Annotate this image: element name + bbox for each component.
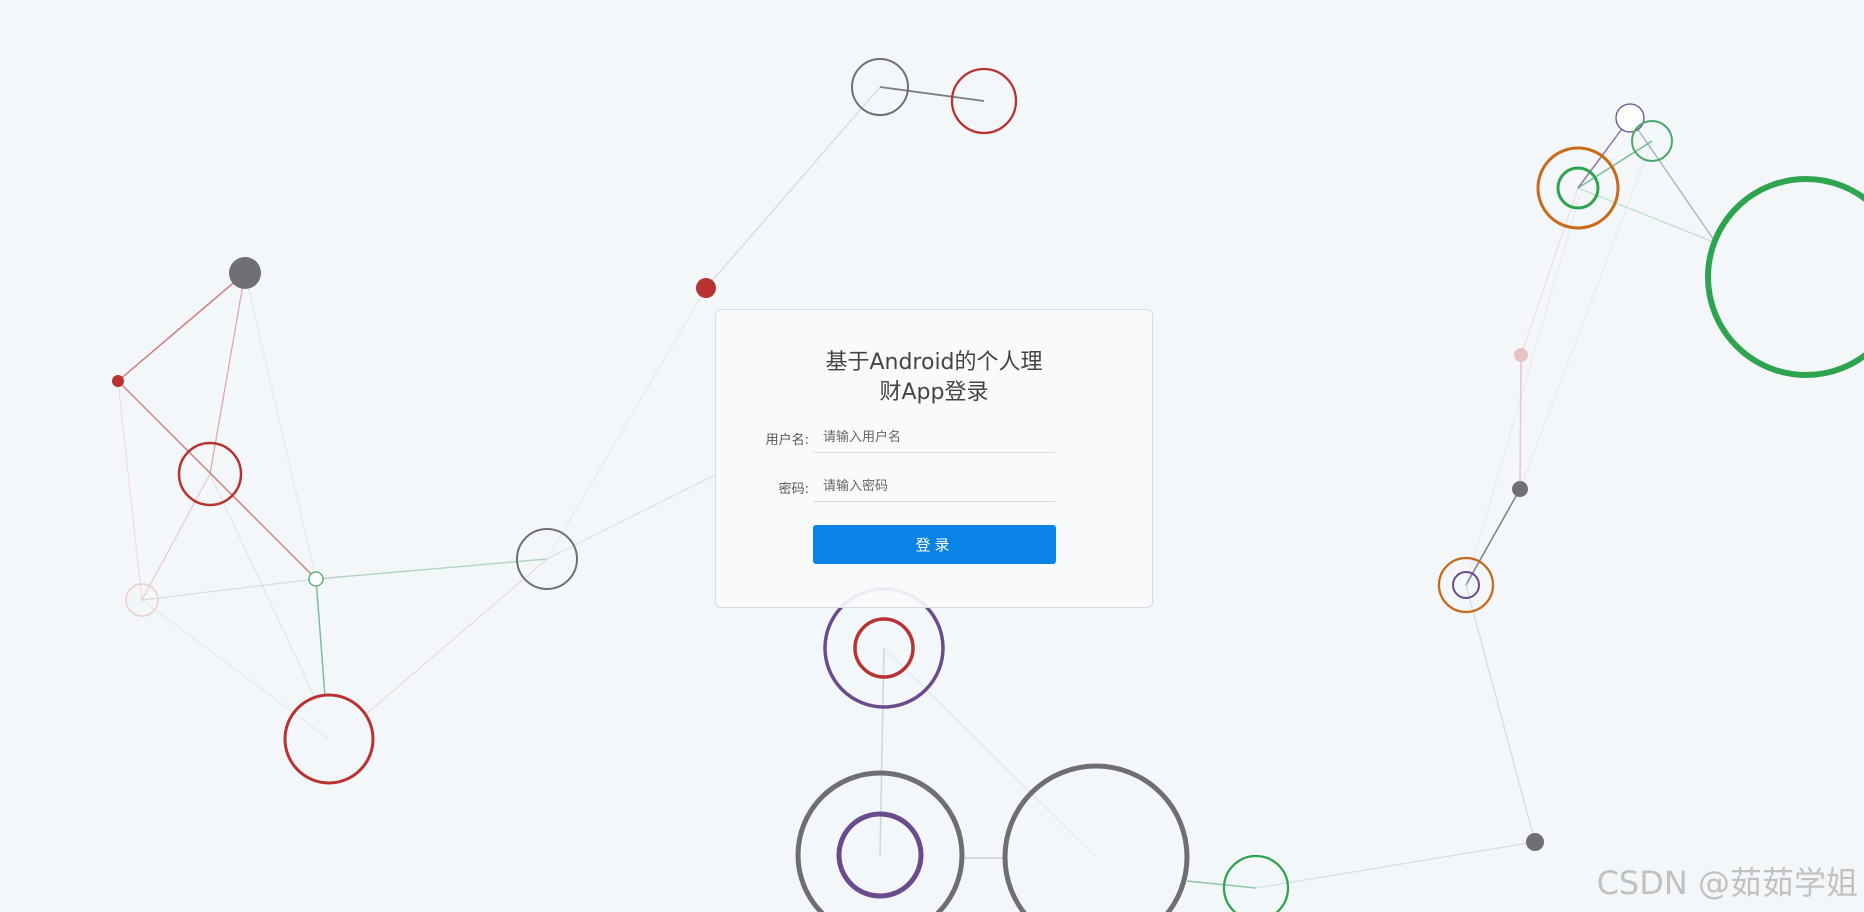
username-row: 用户名:: [716, 423, 1154, 453]
network-link: [141, 599, 330, 740]
network-link: [1465, 584, 1536, 843]
network-link: [364, 558, 548, 716]
network-node: [308, 571, 324, 587]
network-link: [1519, 354, 1522, 490]
login-card: 基于Android的个人理 财App登录 用户名: 密码: 登录: [715, 309, 1153, 608]
network-link: [1255, 841, 1536, 889]
network-node: [112, 375, 124, 387]
password-input[interactable]: [813, 472, 1055, 502]
network-link: [315, 578, 326, 697]
username-label: 用户名:: [765, 433, 809, 448]
network-node: [1002, 763, 1190, 912]
network-link: [879, 647, 885, 856]
network-link: [141, 578, 317, 601]
network-link: [546, 287, 707, 560]
network-node: [229, 257, 261, 289]
page-title-line-2: 财App登录: [879, 380, 989, 405]
network-link: [705, 86, 881, 289]
network-node: [1526, 833, 1544, 851]
password-label: 密码:: [778, 482, 809, 497]
username-input[interactable]: [813, 423, 1055, 453]
network-link: [117, 272, 246, 382]
network-node: [1514, 348, 1528, 362]
page-title-line-1: 基于Android的个人理: [825, 350, 1043, 375]
network-link: [1520, 187, 1579, 356]
password-row: 密码:: [716, 472, 1154, 502]
network-node: [1615, 103, 1645, 133]
network-link: [117, 380, 317, 580]
network-link: [117, 380, 143, 601]
network-link: [141, 473, 211, 601]
network-link: [1186, 880, 1257, 889]
login-button[interactable]: 登录: [813, 525, 1056, 564]
network-link: [1577, 187, 1717, 244]
network-link: [315, 558, 548, 580]
network-node: [1705, 176, 1864, 378]
network-link: [1629, 117, 1717, 244]
watermark: CSDN @茹茹学姐: [1596, 864, 1858, 902]
network-node: [1512, 481, 1528, 497]
network-link: [883, 647, 1097, 858]
network-link: [244, 272, 317, 580]
network-link: [879, 86, 985, 102]
page-title: 基于Android的个人理 财App登录: [716, 348, 1152, 408]
network-node: [696, 278, 716, 298]
network-link: [1465, 194, 1581, 586]
network-link: [209, 473, 317, 701]
network-link: [1465, 488, 1521, 586]
login-page: 基于Android的个人理 财App登录 用户名: 密码: 登录 CSDN @茹…: [0, 0, 1864, 912]
